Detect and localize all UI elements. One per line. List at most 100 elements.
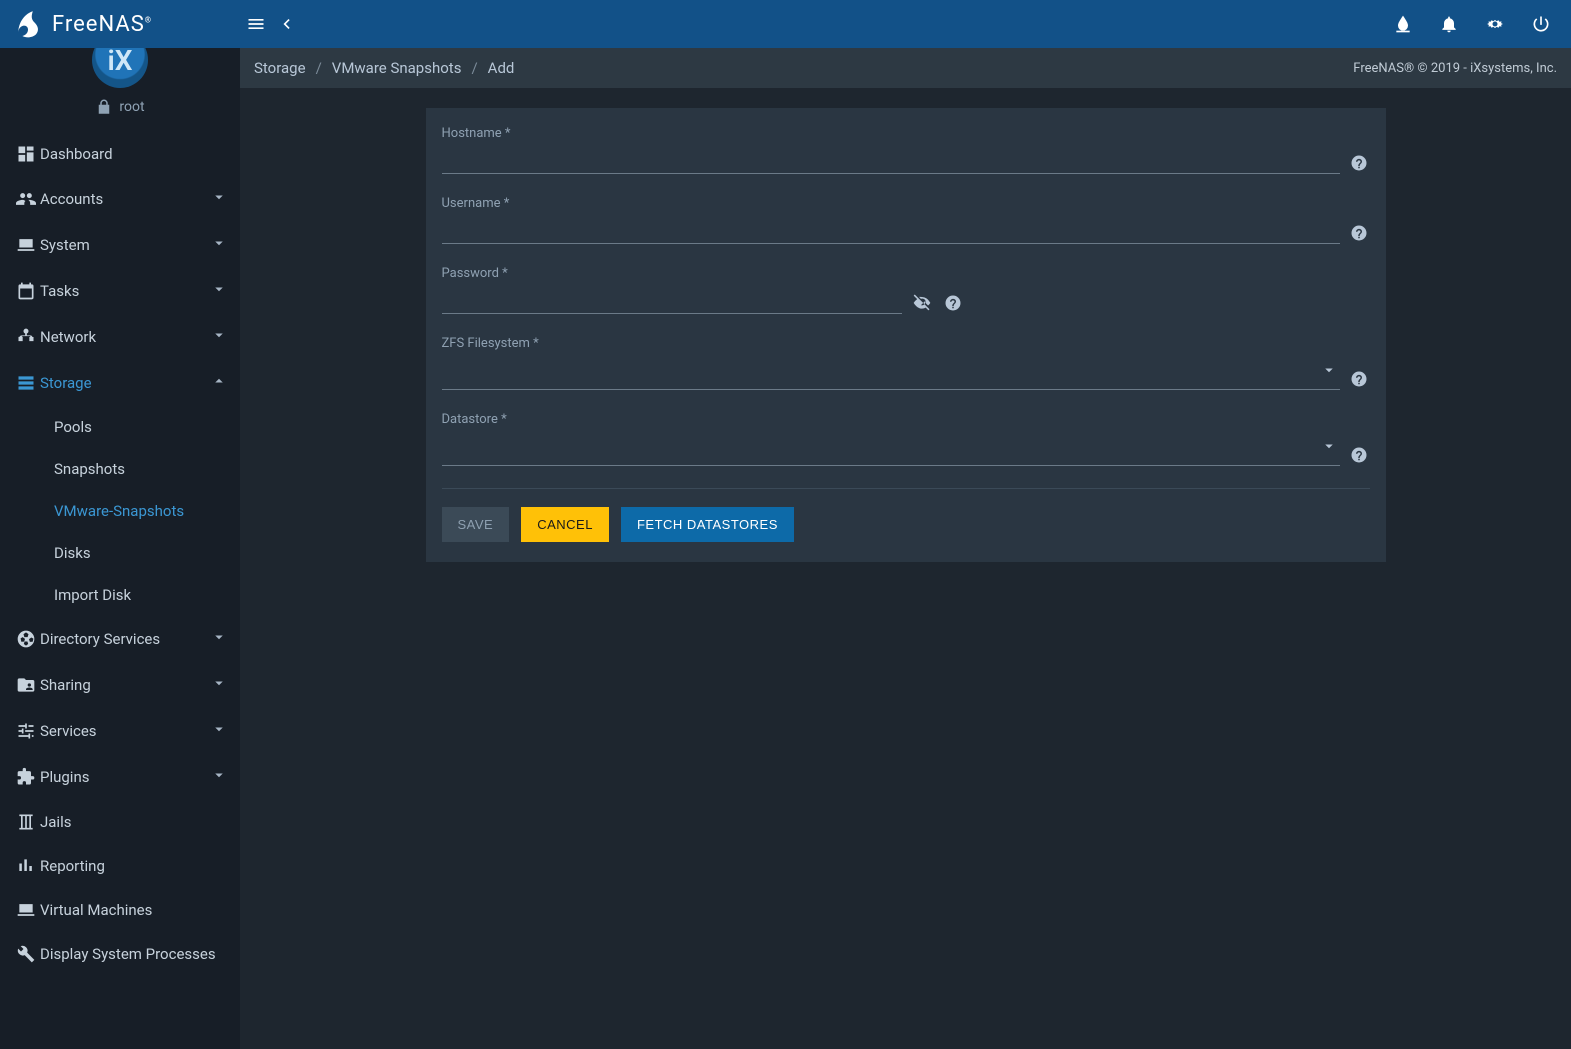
breadcrumb-item: Add [488, 59, 515, 77]
sidebar-item-label: Storage [40, 374, 210, 392]
topbar: FreeNAS® [0, 0, 1571, 48]
help-icon[interactable] [1348, 368, 1370, 390]
calendar-icon [12, 281, 40, 301]
sidebar-item-dashboard[interactable]: Dashboard [0, 132, 240, 176]
help-icon[interactable] [1348, 152, 1370, 174]
chevron-down-icon [1320, 437, 1340, 459]
chevron-down-icon [210, 674, 228, 696]
build-icon [12, 944, 40, 964]
visibility-off-icon[interactable] [910, 290, 934, 314]
sidebar-subitem-vmware-snapshots[interactable]: VMware-Snapshots [0, 490, 240, 532]
sidebar-item-label: Tasks [40, 282, 210, 300]
power-icon[interactable] [1531, 14, 1551, 34]
network-icon [12, 327, 40, 347]
theme-icon[interactable] [1393, 14, 1413, 34]
notifications-icon[interactable] [1439, 14, 1459, 34]
sidebar-subitem-import-disk[interactable]: Import Disk [0, 574, 240, 616]
extension-icon [12, 767, 40, 787]
chevron-down-icon [210, 766, 228, 788]
sidebar-item-display-system-processes[interactable]: Display System Processes [0, 932, 240, 976]
password-label: Password * [442, 266, 902, 281]
chevron-down-icon [210, 628, 228, 650]
sidebar-user: iX root [0, 48, 240, 128]
cancel-button[interactable]: CANCEL [521, 507, 609, 542]
sidebar-item-jails[interactable]: Jails [0, 800, 240, 844]
sidebar-item-label: Directory Services [40, 630, 210, 648]
help-icon[interactable] [1348, 222, 1370, 244]
brand: FreeNAS® [12, 8, 240, 40]
sidebar-subitem-snapshots[interactable]: Snapshots [0, 448, 240, 490]
sidebar-item-label: Accounts [40, 190, 210, 208]
chevron-down-icon [1320, 361, 1340, 383]
breadcrumb-bar: Storage / VMware Snapshots / Add FreeNAS® © … [240, 48, 1571, 88]
sidebar-subitem-disks[interactable]: Disks [0, 532, 240, 574]
password-input[interactable] [442, 287, 902, 314]
avatar: iX [92, 48, 148, 88]
chevron-down-icon [210, 720, 228, 742]
help-icon[interactable] [942, 292, 964, 314]
people-icon [12, 189, 40, 209]
help-icon[interactable] [1348, 444, 1370, 466]
laptop-icon [12, 900, 40, 920]
sidebar-item-label: Plugins [40, 768, 210, 786]
copyright: FreeNAS® © 2019 - iXsystems, Inc. [1353, 61, 1557, 76]
username-field-label: Username * [442, 196, 1340, 211]
sidebar-item-label: Virtual Machines [40, 901, 228, 919]
breadcrumb: Storage / VMware Snapshots / Add [254, 59, 514, 77]
dashboard-icon [12, 144, 40, 164]
sidebar-item-label: Network [40, 328, 210, 346]
content: Storage / VMware Snapshots / Add FreeNAS® © … [240, 48, 1571, 1049]
breadcrumb-item[interactable]: VMware Snapshots [332, 59, 462, 77]
sidebar-item-system[interactable]: System [0, 222, 240, 268]
sidebar-item-label: System [40, 236, 210, 254]
sidebar-item-accounts[interactable]: Accounts [0, 176, 240, 222]
brand-name: FreeNAS® [52, 12, 152, 37]
sidebar-item-label: Services [40, 722, 210, 740]
zfs-select[interactable] [442, 357, 1340, 390]
sidebar-subitem-pools[interactable]: Pools [0, 406, 240, 448]
divider [442, 488, 1370, 489]
back-icon[interactable] [276, 14, 296, 34]
sidebar-item-virtual-machines[interactable]: Virtual Machines [0, 888, 240, 932]
lock-icon [95, 98, 113, 116]
zfs-label: ZFS Filesystem * [442, 336, 1340, 351]
sidebar-item-label: Reporting [40, 857, 228, 875]
freenas-logo-icon [12, 8, 44, 40]
laptop-icon [12, 235, 40, 255]
sidebar-item-label: Display System Processes [40, 945, 228, 963]
breadcrumb-separator: / [471, 59, 477, 77]
tune-icon [12, 721, 40, 741]
menu-icon[interactable] [246, 14, 266, 34]
chevron-up-icon [210, 372, 228, 394]
settings-icon[interactable] [1485, 14, 1505, 34]
chevron-down-icon [210, 234, 228, 256]
sidebar-item-network[interactable]: Network [0, 314, 240, 360]
sidebar-item-plugins[interactable]: Plugins [0, 754, 240, 800]
breadcrumb-separator: / [316, 59, 322, 77]
sidebar-item-directory-services[interactable]: Directory Services [0, 616, 240, 662]
breadcrumb-item[interactable]: Storage [254, 59, 306, 77]
chevron-down-icon [210, 188, 228, 210]
chevron-down-icon [210, 326, 228, 348]
save-button[interactable]: SAVE [442, 507, 510, 542]
sidebar-item-reporting[interactable]: Reporting [0, 844, 240, 888]
sidebar-item-label: Jails [40, 813, 228, 831]
datastore-select[interactable] [442, 433, 1340, 466]
storage-icon [12, 373, 40, 393]
username-input[interactable] [442, 217, 1340, 244]
sidebar-item-tasks[interactable]: Tasks [0, 268, 240, 314]
jail-icon [12, 812, 40, 832]
chevron-down-icon [210, 280, 228, 302]
sidebar-item-sharing[interactable]: Sharing [0, 662, 240, 708]
sidebar-item-services[interactable]: Services [0, 708, 240, 754]
sidebar-item-storage[interactable]: Storage [0, 360, 240, 406]
username-label: root [119, 99, 144, 115]
folder-shared-icon [12, 675, 40, 695]
hostname-label: Hostname * [442, 126, 1340, 141]
fetch-datastores-button[interactable]: FETCH DATASTORES [621, 507, 794, 542]
bar-chart-icon [12, 856, 40, 876]
form-card: Hostname * Username * Password * [426, 108, 1386, 562]
sidebar: iX root Dashboard Accounts System Tasks Netw… [0, 48, 240, 1049]
datastore-label: Datastore * [442, 412, 1340, 427]
hostname-input[interactable] [442, 147, 1340, 174]
